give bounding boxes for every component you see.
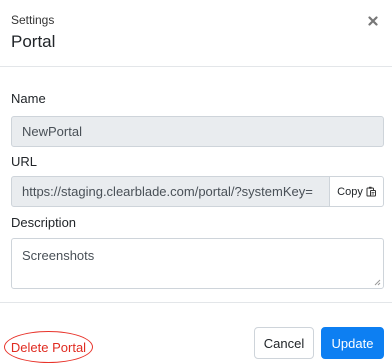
url-field[interactable]: https://staging.clearblade.com/portal/?s… [11, 176, 330, 207]
clipboard-icon [366, 186, 376, 197]
url-value: https://staging.clearblade.com/portal/?s… [22, 184, 313, 199]
url-label: URL [11, 154, 38, 169]
description-value: Screenshots [22, 248, 95, 263]
resize-handle-icon[interactable] [373, 278, 381, 286]
modal-footer: Delete Portal Cancel Update [0, 302, 392, 364]
description-label: Description [11, 215, 77, 230]
name-label: Name [11, 91, 46, 106]
update-button[interactable]: Update [321, 327, 384, 359]
copy-button[interactable]: Copy [329, 176, 384, 207]
modal-header: Settings Portal [0, 0, 392, 67]
delete-portal-button[interactable]: Delete Portal [4, 331, 93, 363]
cancel-button[interactable]: Cancel [254, 327, 314, 359]
copy-label: Copy [337, 185, 363, 198]
modal-subtitle: Settings [11, 13, 55, 27]
description-textarea[interactable]: Screenshots [11, 238, 384, 289]
close-button[interactable] [366, 14, 380, 28]
modal-title: Portal [11, 32, 56, 51]
close-icon [368, 16, 378, 26]
modal-body: Name NewPortal URL https://staging.clear… [0, 67, 392, 302]
name-field[interactable]: NewPortal [11, 116, 384, 147]
